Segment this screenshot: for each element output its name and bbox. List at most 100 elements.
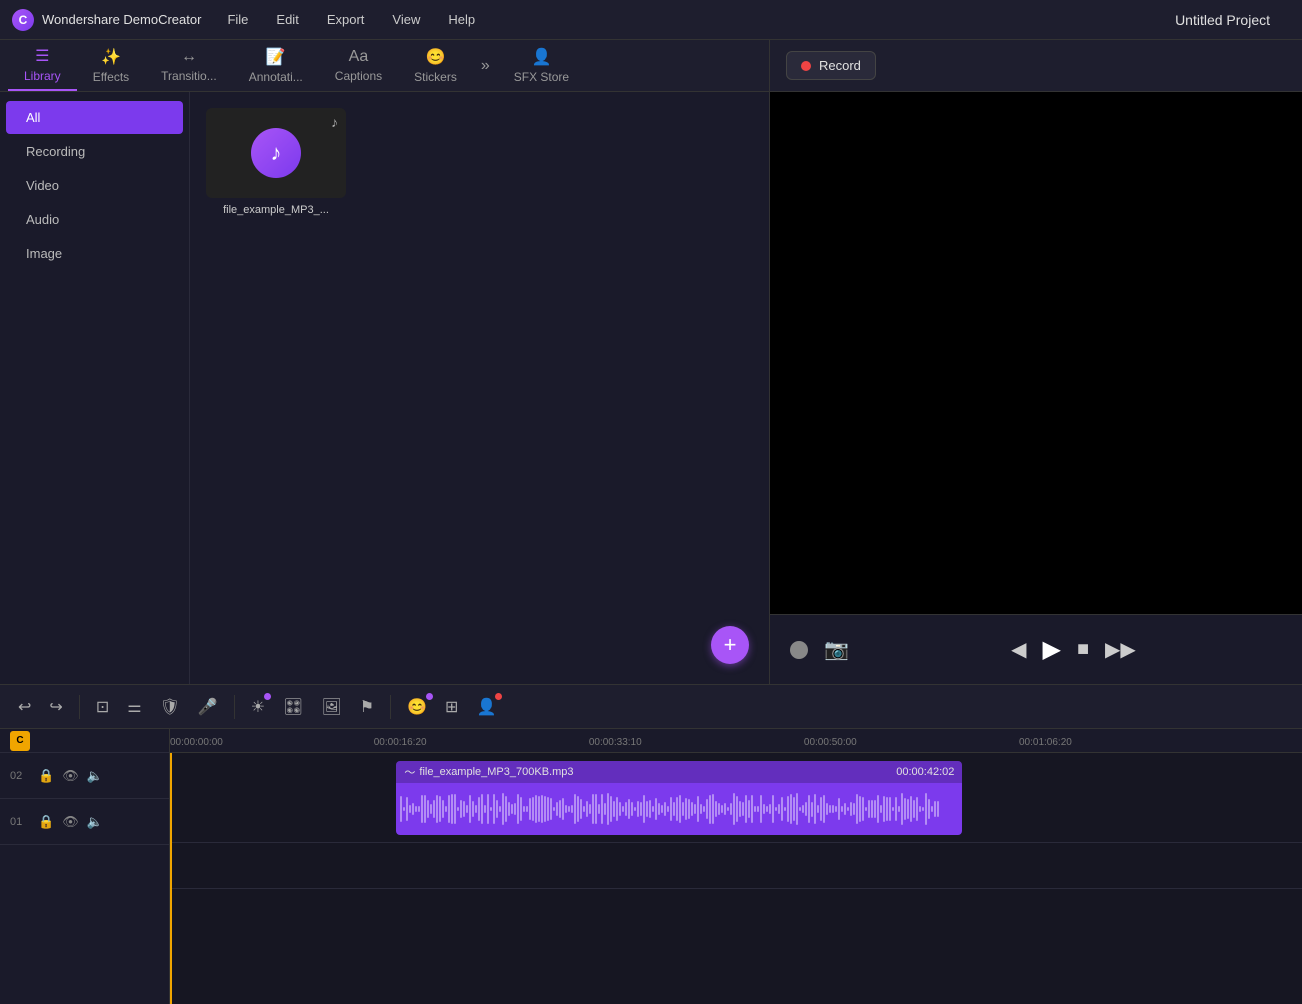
audio-clip-waveform-icon: 〜 xyxy=(404,764,415,780)
captions-icon: Aa xyxy=(349,48,369,66)
ruler-mark-3: 00:00:50:00 xyxy=(804,737,857,748)
media-name: file_example_MP3_... xyxy=(206,204,346,216)
track-number-02: 02 xyxy=(10,770,30,782)
tab-annotations-label: Annotati... xyxy=(249,70,303,84)
tab-effects[interactable]: ✨ Effects xyxy=(77,41,145,90)
mic-button[interactable]: 🎤 xyxy=(192,693,224,721)
toolbar-divider-1 xyxy=(79,695,80,719)
tab-sfx-store-label: SFX Store xyxy=(514,70,569,84)
project-title: Untitled Project xyxy=(1175,12,1270,28)
adjust-button[interactable]: ⊞ xyxy=(439,693,464,721)
timeline-ruler-area: 00:00:00:00 00:00:16:20 00:00:33:10 00:0… xyxy=(170,729,1302,1004)
undo-button[interactable]: ↩ xyxy=(12,693,37,721)
app-name: Wondershare DemoCreator xyxy=(42,12,201,27)
tabs-more-button[interactable]: » xyxy=(473,51,498,81)
screenshot-button[interactable]: 📷 xyxy=(824,637,849,662)
menu-items: File Edit Export View Help xyxy=(225,8,1175,31)
timeline-content: C 02 🔒 👁 🔈 01 🔒 👁 🔈 00:00:00:00 00: xyxy=(0,729,1302,1004)
right-panel: Record 📷 ◀ ▶ ■ ▶▶ xyxy=(770,40,1302,684)
track-row-02: 〜 file_example_MP3_700KB.mp3 00:00:42:02 xyxy=(170,753,1302,843)
play-button[interactable]: ▶ xyxy=(1042,635,1060,664)
media-item[interactable]: ♪ ♪ file_example_MP3_... xyxy=(206,108,346,216)
media-grid: ♪ ♪ file_example_MP3_... + xyxy=(190,92,769,684)
add-media-button[interactable]: + xyxy=(711,626,749,664)
tab-library-label: Library xyxy=(24,69,61,83)
flag-button[interactable]: ⚑ xyxy=(354,693,380,721)
tab-stickers-label: Stickers xyxy=(414,70,457,84)
toolbar-divider-2 xyxy=(234,695,235,719)
tune-button[interactable]: 🎛 xyxy=(277,693,309,721)
playback-controls: ◀ ▶ ■ ▶▶ xyxy=(1011,635,1136,664)
menu-file[interactable]: File xyxy=(225,8,250,31)
sidebar-item-audio[interactable]: Audio xyxy=(6,203,183,236)
timeline-section: ↩ ↪ ⊡ ⚌ 🛡 🎤 ☀ 🎛 🖼 ⚑ 😊 ⊞ 👤 C xyxy=(0,684,1302,1004)
next-frame-button[interactable]: ▶▶ xyxy=(1105,637,1136,662)
image-button[interactable]: 🖼 xyxy=(315,693,347,721)
sidebar-item-all[interactable]: All xyxy=(6,101,183,134)
mute-icon-02[interactable]: 🔈 xyxy=(87,768,103,784)
audio-clip-duration: 00:00:42:02 xyxy=(896,766,954,778)
lock-icon-01[interactable]: 🔒 xyxy=(38,814,54,830)
record-label: Record xyxy=(819,58,861,73)
audio-waveform xyxy=(396,783,962,835)
library-icon: ☰ xyxy=(35,46,49,66)
tab-sfx-store[interactable]: 👤 SFX Store xyxy=(498,41,585,90)
crop-button[interactable]: ⊡ xyxy=(90,693,115,721)
prev-frame-button[interactable]: ◀ xyxy=(1011,637,1026,662)
eye-icon-02[interactable]: 👁 xyxy=(62,768,79,784)
stickers-icon: 😊 xyxy=(426,47,446,67)
playhead-thumb-marker: C xyxy=(10,731,30,751)
preview-controls: 📷 ◀ ▶ ■ ▶▶ xyxy=(770,614,1302,684)
ruler-mark-2: 00:00:33:10 xyxy=(589,737,642,748)
menu-help[interactable]: Help xyxy=(446,8,477,31)
track-row-01 xyxy=(170,843,1302,889)
track-label-02: 02 🔒 👁 🔈 xyxy=(0,753,169,799)
audio-clip[interactable]: 〜 file_example_MP3_700KB.mp3 00:00:42:02 xyxy=(396,761,962,835)
record-toolbar: Record xyxy=(770,40,1302,92)
music-thumb-icon: ♪ xyxy=(251,128,301,178)
menu-export[interactable]: Export xyxy=(325,8,367,31)
shield-button[interactable]: 🛡 xyxy=(154,693,186,721)
split-button[interactable]: ⚌ xyxy=(121,693,147,721)
lock-icon-02[interactable]: 🔒 xyxy=(38,768,54,784)
user-icon-wrapper: 👤 xyxy=(470,693,502,721)
toolbar-divider-3 xyxy=(390,695,391,719)
waveform-bars xyxy=(400,785,958,833)
stop-button[interactable]: ■ xyxy=(1077,638,1089,661)
timeline-toolbar: ↩ ↪ ⊡ ⚌ 🛡 🎤 ☀ 🎛 🖼 ⚑ 😊 ⊞ 👤 xyxy=(0,685,1302,729)
tab-captions-label: Captions xyxy=(335,69,382,83)
sidebar-item-image[interactable]: Image xyxy=(6,237,183,270)
menu-edit[interactable]: Edit xyxy=(274,8,300,31)
sfx-store-icon: 👤 xyxy=(531,47,551,67)
ruler-marks: 00:00:00:00 00:00:16:20 00:00:33:10 00:0… xyxy=(170,729,1302,752)
sun-dot-indicator xyxy=(264,693,271,700)
sidebar: All Recording Video Audio Image xyxy=(0,92,190,684)
sun-icon-wrapper: ☀ xyxy=(245,693,271,721)
mute-icon-01[interactable]: 🔈 xyxy=(87,814,103,830)
tab-library[interactable]: ☰ Library xyxy=(8,40,77,91)
effects-icon: ✨ xyxy=(101,47,121,67)
app-logo-icon: C xyxy=(12,9,34,31)
left-panel: ☰ Library ✨ Effects ↔ Transitio... 📝 Ann… xyxy=(0,40,770,684)
app-logo: C Wondershare DemoCreator xyxy=(12,9,201,31)
content-area: All Recording Video Audio Image xyxy=(0,92,769,684)
tab-effects-label: Effects xyxy=(93,70,129,84)
track-label-01: 01 🔒 👁 🔈 xyxy=(0,799,169,845)
tab-transitions-label: Transitio... xyxy=(161,69,217,83)
ruler-mark-1: 00:00:16:20 xyxy=(374,737,427,748)
sidebar-item-recording[interactable]: Recording xyxy=(6,135,183,168)
menu-view[interactable]: View xyxy=(390,8,422,31)
tab-transitions[interactable]: ↔ Transitio... xyxy=(145,42,233,89)
tab-stickers[interactable]: 😊 Stickers xyxy=(398,41,473,90)
eye-icon-01[interactable]: 👁 xyxy=(62,814,79,830)
track-labels: C 02 🔒 👁 🔈 01 🔒 👁 🔈 xyxy=(0,729,170,1004)
tab-captions[interactable]: Aa Captions xyxy=(319,42,398,89)
tab-annotations[interactable]: 📝 Annotati... xyxy=(233,41,319,90)
menu-bar: C Wondershare DemoCreator File Edit Expo… xyxy=(0,0,1302,40)
record-button[interactable]: Record xyxy=(786,51,876,80)
face-dot-indicator xyxy=(426,693,433,700)
sidebar-item-video[interactable]: Video xyxy=(6,169,183,202)
preview-progress-indicator xyxy=(790,641,808,659)
redo-button[interactable]: ↪ xyxy=(43,693,68,721)
record-dot-icon xyxy=(801,61,811,71)
